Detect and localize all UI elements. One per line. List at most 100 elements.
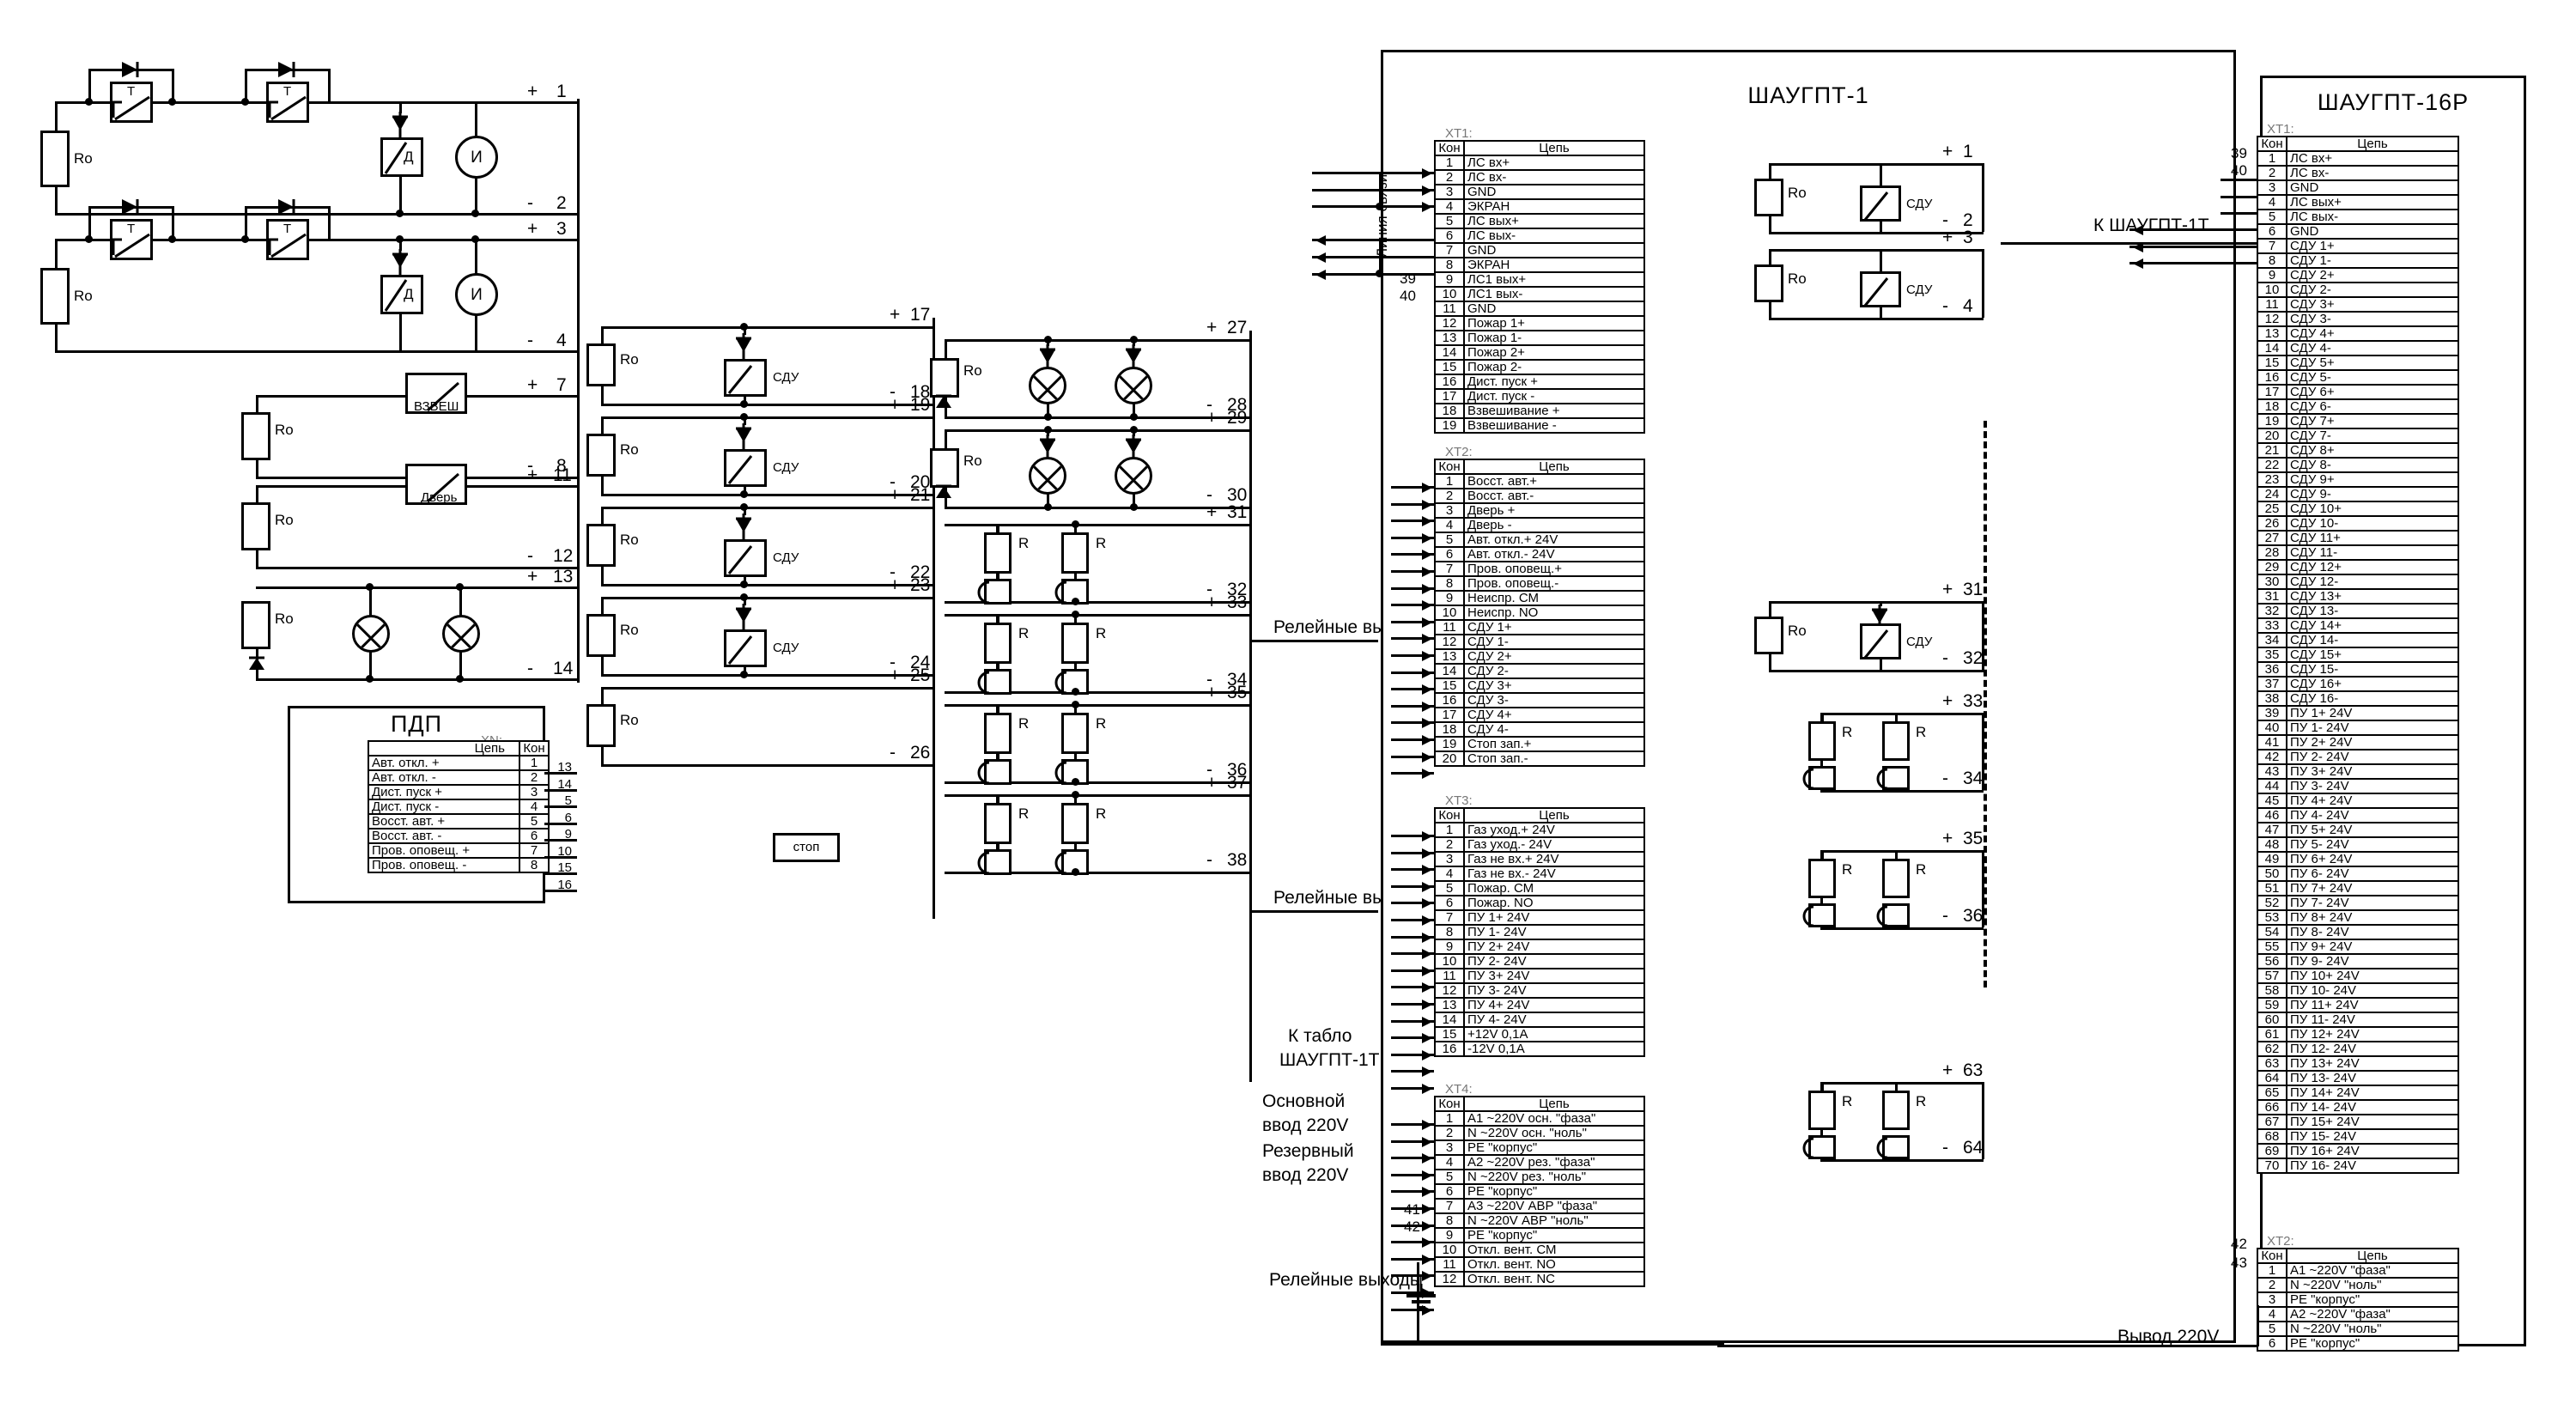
circuit-cell: СДУ 11+ xyxy=(2286,530,2459,546)
circuit-cell: PE "корпус" xyxy=(2286,1335,2459,1352)
circuit-cell: Авт. откл.+ 24V xyxy=(1463,532,1645,548)
annunciator-i-2: И xyxy=(455,273,498,316)
junction xyxy=(1130,336,1138,343)
pin-stub-arrow xyxy=(1422,532,1432,544)
rail-4-left xyxy=(256,485,258,504)
pin-cell: 12 xyxy=(1434,982,1465,999)
solenoid-resistor-label: R xyxy=(1842,724,1853,740)
table-row: 1 Газ уход.+ 24V xyxy=(1434,822,1645,838)
table-row: 8 ПУ 1- 24V xyxy=(1434,924,1645,940)
table-row: 17 СДУ 4+ xyxy=(1434,707,1645,723)
resistor-ro xyxy=(586,704,616,747)
circuit-cell: СДУ 15- xyxy=(2286,661,2459,678)
table-row: 65 ПУ 14+ 24V xyxy=(2257,1085,2459,1101)
terminal-sign: - xyxy=(1942,648,1948,668)
pin-stub-arrow xyxy=(1422,1220,1432,1231)
pin-cell: 7 xyxy=(1434,242,1465,258)
table-row: 63 ПУ 13+ 24V xyxy=(2257,1055,2459,1072)
terminal-number: 34 xyxy=(1963,769,1984,788)
terminal-number: 4 xyxy=(1963,296,1973,316)
zener-diode xyxy=(736,423,751,449)
table-row: 4 Газ не вх.- 24V xyxy=(1434,866,1645,882)
circuit-cell: Восст. авт. - xyxy=(368,828,520,844)
sdu-switch-label: СДУ xyxy=(1906,197,1933,211)
circuit-cell: +12V 0,1A xyxy=(1463,1026,1645,1042)
table-row: 15 СДУ 5+ xyxy=(2257,355,2459,371)
circuit-cell: ПУ 16- 24V xyxy=(2286,1158,2459,1174)
table-row: 23 СДУ 9+ xyxy=(2257,471,2459,488)
pin-stub-arrow xyxy=(1422,932,1432,943)
lamp-rail-top xyxy=(945,429,1249,432)
pin-cell: 23 xyxy=(2257,471,2287,488)
zener-diode xyxy=(936,484,951,498)
terminal-sign: + xyxy=(527,82,538,101)
pin-header: Кон xyxy=(1434,807,1465,823)
pin-cell: 5 xyxy=(1434,532,1465,548)
solenoid-coil-glyph xyxy=(977,671,990,695)
circuit-cell: Газ не вх.+ 24V xyxy=(1463,851,1645,867)
pin-cell: 6 xyxy=(1434,228,1465,244)
side-number-41: 41 xyxy=(1404,1201,1420,1218)
pdp-link-wire xyxy=(544,822,577,825)
table-row: 52 ПУ 7- 24V xyxy=(2257,895,2459,911)
lamp-rail-top xyxy=(945,614,1249,617)
pin-cell: 18 xyxy=(1434,403,1465,419)
zener-diode-3 xyxy=(249,656,264,670)
circuit-cell: -12V 0,1A xyxy=(1463,1041,1645,1057)
resistor-ro-label: Ro xyxy=(620,351,639,368)
circuit-cell: Газ не вх.- 24V xyxy=(1463,866,1645,882)
mid-sol-rail-top xyxy=(1820,713,1984,715)
pin-stub-arrow xyxy=(1422,1136,1432,1147)
remote-xt2-connector-label: XT2: xyxy=(2267,1234,2294,1249)
terminal-sign: - xyxy=(1942,769,1948,788)
terminal-number: 31 xyxy=(1227,502,1248,522)
circuit-cell: СДУ 6+ xyxy=(2286,384,2459,400)
main-xt2-connector-label: XT2: xyxy=(1445,445,1473,459)
circuit-cell: A2 ~220V "фаза" xyxy=(2286,1306,2459,1322)
circuit-cell: ПУ 3- 24V xyxy=(2286,778,2459,794)
circuit-cell: ПУ 7+ 24V xyxy=(2286,880,2459,896)
mid-lead xyxy=(1880,601,1882,606)
circuit-cell: PE "корпус" xyxy=(1463,1183,1645,1200)
table-row: 13 СДУ 2+ xyxy=(1434,648,1645,665)
table-row: 1 ЛС вх+ xyxy=(2257,150,2459,167)
circuit-cell: ПУ 12- 24V xyxy=(2286,1041,2459,1057)
table-row: 30 СДУ 12- xyxy=(2257,574,2459,590)
table-row: 36 СДУ 15- xyxy=(2257,661,2459,678)
lamp-rail-left xyxy=(945,429,947,448)
pin-cell: 70 xyxy=(2257,1158,2287,1174)
circuit-cell: ПУ 13+ 24V xyxy=(2286,1055,2459,1072)
table-row: 19 Стоп зап.+ xyxy=(1434,736,1645,752)
circuit-cell: Неиспр. NO xyxy=(1463,605,1645,621)
pin-cell: 3 xyxy=(519,784,550,800)
sdu-rail-bottom xyxy=(601,674,933,677)
solenoid-resistor-label: R xyxy=(1916,724,1927,740)
table-row: 3 GND xyxy=(2257,179,2459,196)
pin-cell: 1 xyxy=(519,755,550,771)
table-row: 35 СДУ 15+ xyxy=(2257,647,2459,663)
pin-cell: 49 xyxy=(2257,851,2287,867)
pin-cell: 4 xyxy=(2257,1306,2287,1322)
pdp-link-wire xyxy=(544,855,577,859)
mid-rail-left xyxy=(1769,601,1771,617)
circuit-cell: N ~220V АВР "ноль" xyxy=(1463,1212,1645,1229)
table-row: 21 СДУ 8+ xyxy=(2257,442,2459,459)
circuit-cell: Откл. вент. СМ xyxy=(1463,1242,1645,1258)
circuit-cell: GND xyxy=(2286,179,2459,196)
terminal-number: 35 xyxy=(1963,829,1984,848)
rail-3-left2 xyxy=(256,459,258,479)
indicator-lamp xyxy=(1029,457,1066,495)
terminal-number: 38 xyxy=(1227,850,1248,870)
pin-cell: 12 xyxy=(1434,634,1465,650)
pin-cell: 2 xyxy=(1434,1125,1465,1141)
sdu-rail-left2 xyxy=(601,477,604,494)
circuit-cell: Пров. оповещ.+ xyxy=(1463,561,1645,577)
solenoid-resistor-label: R xyxy=(1018,625,1030,641)
circuit-cell: N ~220V рез. "ноль" xyxy=(1463,1169,1645,1185)
pin-cell: 28 xyxy=(2257,544,2287,561)
circuit-cell: Пров. оповещ.- xyxy=(1463,575,1645,592)
pdp-link-wire xyxy=(544,805,577,808)
terminal-number: 3 xyxy=(1963,228,1973,247)
table-row: 12 Пожар 1+ xyxy=(1434,315,1645,331)
pin-cell: 13 xyxy=(2257,325,2287,342)
